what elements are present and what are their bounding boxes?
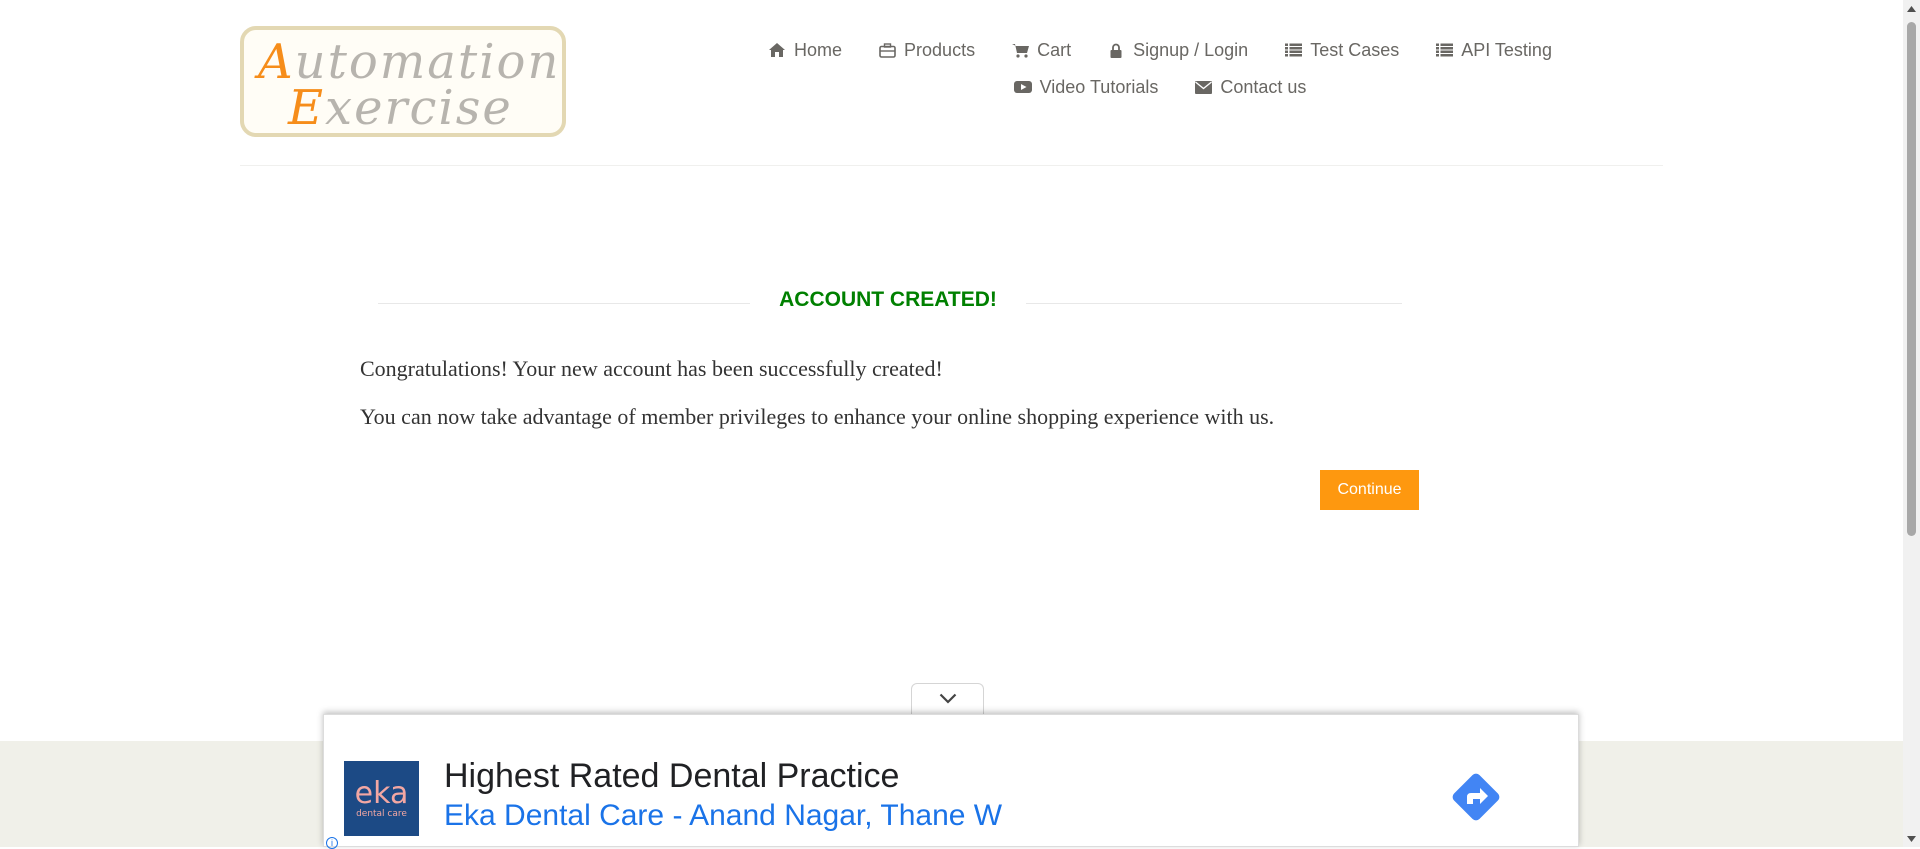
- vertical-scrollbar[interactable]: [1903, 0, 1920, 847]
- briefcase-icon: [878, 41, 896, 59]
- nav-cart[interactable]: Cart: [1011, 40, 1071, 61]
- continue-button[interactable]: Continue: [1320, 470, 1419, 510]
- title-rule-left: [378, 303, 750, 304]
- advertiser-logo[interactable]: eka dental care: [344, 761, 419, 836]
- list-icon: [1284, 41, 1302, 59]
- ad-headline[interactable]: Highest Rated Dental Practice: [444, 757, 899, 796]
- main-nav: Home Products Cart Signup / Login Test C…: [740, 36, 1580, 110]
- ad-info-icon[interactable]: i: [326, 837, 338, 849]
- nav-row-2: Video Tutorials Contact us: [740, 73, 1580, 101]
- account-created-heading: ACCOUNT CREATED!: [378, 288, 1402, 318]
- privileges-message: You can now take advantage of member pri…: [360, 404, 1275, 429]
- nav-home[interactable]: Home: [768, 40, 842, 61]
- home-icon: [768, 41, 786, 59]
- lock-icon: [1107, 41, 1125, 59]
- nav-contact-us[interactable]: Contact us: [1194, 77, 1306, 98]
- directions-icon[interactable]: [1447, 768, 1505, 826]
- title-rule-right: [1026, 303, 1402, 304]
- nav-row-1: Home Products Cart Signup / Login Test C…: [740, 36, 1580, 64]
- logo-line-2: Exercise: [288, 80, 513, 136]
- chevron-down-icon: [939, 691, 957, 709]
- site-header: Automation Exercise Home Products Cart S…: [0, 0, 1920, 166]
- congrats-message: Congratulations! Your new account has be…: [360, 356, 943, 381]
- ad-advertiser-link[interactable]: Eka Dental Care - Anand Nagar, Thane W: [444, 799, 1002, 833]
- nav-signup-login[interactable]: Signup / Login: [1107, 40, 1248, 61]
- site-logo[interactable]: Automation Exercise: [240, 26, 566, 137]
- envelope-icon: [1194, 78, 1212, 96]
- ad-banner[interactable]: eka dental care Highest Rated Dental Pra…: [323, 714, 1579, 849]
- scroll-up-arrow-icon[interactable]: [1903, 0, 1920, 17]
- cart-icon: [1011, 41, 1029, 59]
- nav-test-cases[interactable]: Test Cases: [1284, 40, 1399, 61]
- page-title: ACCOUNT CREATED!: [779, 288, 997, 311]
- nav-products[interactable]: Products: [878, 40, 975, 61]
- nav-video-tutorials[interactable]: Video Tutorials: [1013, 77, 1158, 98]
- nav-api-testing[interactable]: API Testing: [1435, 40, 1552, 61]
- header-divider: [240, 165, 1663, 166]
- scroll-down-arrow-icon[interactable]: [1903, 830, 1920, 847]
- ad-collapse-toggle[interactable]: [911, 683, 984, 715]
- youtube-play-icon: [1013, 78, 1032, 96]
- list-icon: [1435, 41, 1453, 59]
- scrollbar-thumb[interactable]: [1907, 22, 1916, 536]
